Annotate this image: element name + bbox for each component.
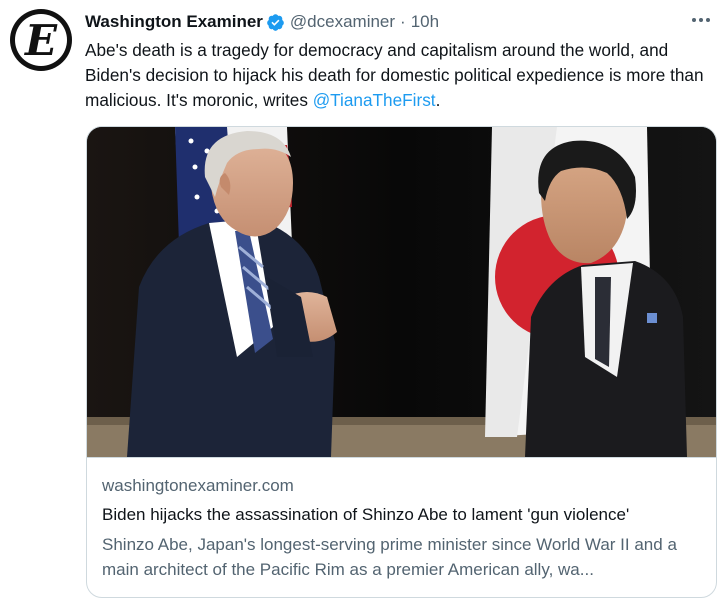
tweet-text: Abe's death is a tragedy for democracy a…	[85, 38, 719, 113]
link-card[interactable]: washingtonexaminer.com Biden hijacks the…	[86, 126, 717, 598]
author-handle[interactable]: @dcexaminer	[290, 12, 395, 32]
tweet-text-end: .	[435, 90, 441, 110]
mention-link[interactable]: @TianaTheFirst	[313, 90, 436, 110]
card-title[interactable]: Biden hijacks the assassination of Shinz…	[102, 505, 629, 525]
more-options-icon[interactable]	[688, 10, 714, 30]
tweet[interactable]: E Washington Examiner @dcexaminer · 10h …	[0, 0, 724, 605]
avatar-letter: E	[24, 16, 57, 65]
tweet-timestamp[interactable]: 10h	[411, 12, 439, 32]
card-domain: washingtonexaminer.com	[102, 476, 294, 495]
tweet-header: Washington Examiner @dcexaminer · 10h	[85, 11, 439, 33]
card-description: Shinzo Abe, Japan's longest-serving prim…	[102, 535, 677, 579]
author-name[interactable]: Washington Examiner	[85, 12, 263, 32]
avatar[interactable]: E	[10, 9, 72, 71]
separator-dot: ·	[400, 12, 406, 31]
card-photo	[87, 127, 716, 457]
card-text-area[interactable]: washingtonexaminer.com Biden hijacks the…	[87, 457, 716, 597]
card-image[interactable]	[87, 127, 716, 457]
avatar-logo: E	[15, 14, 67, 66]
verified-badge-icon	[267, 13, 284, 31]
